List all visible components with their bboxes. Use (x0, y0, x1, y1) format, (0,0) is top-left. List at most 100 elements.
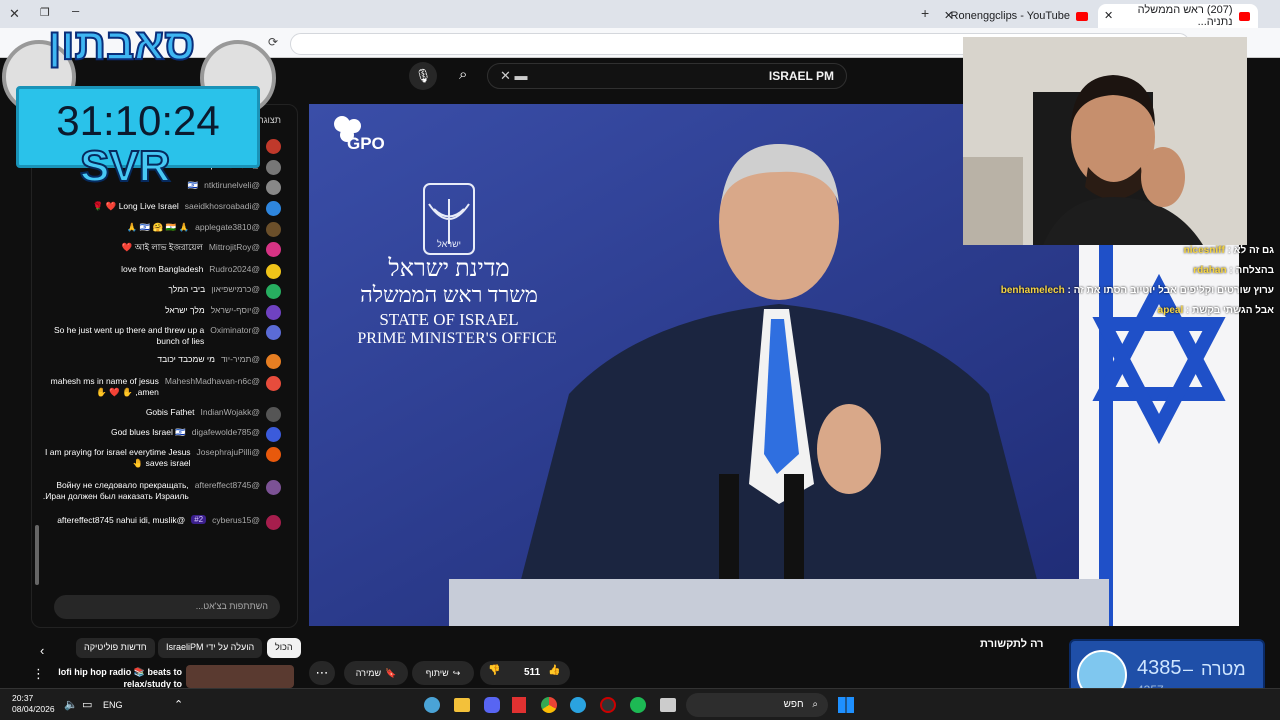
more-actions-icon[interactable]: ⋯ (309, 661, 335, 685)
start-icon[interactable] (838, 697, 854, 713)
chat-message: @applegate3810 🙏 🇮🇱 🤗 🇮🇳 🙏 (38, 222, 281, 237)
search-icon[interactable]: ⌕ (459, 66, 467, 83)
chat-avatar[interactable] (266, 447, 281, 462)
spotify-icon[interactable] (630, 697, 646, 713)
share-label: שיתוף (425, 668, 449, 678)
voice-search-icon[interactable]: 🎙 (409, 62, 437, 90)
tab-close-icon[interactable]: ✕ (1104, 9, 1113, 22)
related-video-title[interactable]: lofi hip hop radio 📚 beats to relax/stud… (56, 666, 182, 690)
chat-author[interactable]: @יוסף-ישראל (211, 305, 260, 315)
save-button[interactable]: 🔖 שמירה (344, 661, 408, 685)
telegram-icon[interactable] (570, 697, 586, 713)
window-icon[interactable] (660, 698, 676, 712)
related-menu-icon[interactable]: ⋮ (32, 666, 45, 682)
new-tab-icon[interactable]: + (921, 5, 929, 21)
chips-prev-icon[interactable]: ‹ (40, 643, 44, 658)
app-icon[interactable] (512, 697, 526, 713)
timer-value: 31:10:24 (56, 97, 220, 144)
minimize-window-icon[interactable]: – (72, 3, 79, 18)
chat-author[interactable]: @aftereffect8745 (195, 480, 260, 490)
language-indicator[interactable]: ENG (103, 700, 123, 710)
reload-icon[interactable]: ⟳ (268, 35, 278, 49)
chat-avatar[interactable] (266, 354, 281, 369)
stream-chat-separator: : (1183, 305, 1193, 316)
chat-avatar[interactable] (266, 284, 281, 299)
chip-all[interactable]: הכול (267, 638, 301, 658)
chat-avatar[interactable] (266, 407, 281, 422)
chat-scrollbar[interactable] (35, 525, 39, 585)
chat-author[interactable]: @Rudro2024 (209, 264, 260, 274)
chat-avatar[interactable] (266, 160, 281, 175)
network-icon[interactable]: ▭ (82, 698, 92, 711)
chat-avatar[interactable] (266, 242, 281, 257)
chat-avatar[interactable] (266, 376, 281, 391)
bookmark-icon: 🔖 (385, 667, 397, 678)
tab-ronenggclips[interactable]: Ronenggclips - YouTube ✕ (936, 4, 1096, 28)
chat-author[interactable]: @IndianWojakk (200, 407, 260, 417)
search-icon: ⌕ (812, 699, 818, 710)
chat-author[interactable]: @cyberus15 (212, 515, 260, 525)
folder-icon[interactable] (454, 698, 470, 712)
taskbar-search[interactable]: ⌕ חפש (686, 693, 828, 717)
chat-message: @digafewolde785 God blues Israel 🇮🇱 (38, 427, 281, 442)
search-input[interactable]: ✕ ▬ ISRAEL PM (487, 63, 847, 89)
chat-author[interactable]: @MaheshMadhavan-n6c (165, 376, 260, 386)
chat-message: @יוסף-ישראל מלך ישראל (38, 305, 281, 320)
chat-author[interactable]: @Oximinator (210, 325, 260, 335)
chat-avatar[interactable] (266, 201, 281, 216)
chip-uploaded-by[interactable]: הועלה על ידי IsraeliPM (158, 638, 263, 658)
chat-avatar[interactable] (266, 264, 281, 279)
chrome-icon[interactable] (541, 697, 557, 713)
chip-politics[interactable]: חדשות פוליטיקה (76, 638, 155, 658)
chat-avatar[interactable] (266, 515, 281, 530)
volume-icon[interactable]: 🔈 (64, 698, 78, 711)
chat-author[interactable]: @MittrojitRoy (209, 242, 260, 252)
chat-author[interactable]: @תמיר-יוד (221, 354, 260, 364)
restore-window-icon[interactable]: ❐ (40, 6, 50, 19)
steam-icon[interactable] (424, 697, 440, 713)
chat-avatar[interactable] (266, 305, 281, 320)
like-icon[interactable]: 👍 (548, 665, 560, 676)
chat-author[interactable]: @digafewolde785 (192, 427, 260, 437)
office-hebrew-1: מדינת ישראל (388, 256, 510, 282)
close-window-icon[interactable]: ✕ (9, 6, 20, 22)
dislike-icon[interactable]: 👎 (488, 665, 500, 676)
stream-chat-line: ערוץ שורטים וקליפים אבל יוטיוב הסתו את ז… (967, 285, 1274, 296)
tab-active-video[interactable]: (207) ראש הממשלה נתניה... ✕ (1098, 4, 1258, 28)
tray-chevron-icon[interactable]: ⌃ (174, 698, 183, 711)
tab-label: Ronenggclips - YouTube (950, 10, 1070, 22)
obs-icon[interactable] (600, 697, 616, 713)
stream-chat-overlay: גם זה לא : nicesniff בהצלחה : rdahan ערוץ … (963, 245, 1280, 325)
stream-chat-separator: : (1224, 245, 1234, 256)
office-english-2: PRIME MINISTER'S OFFICE (357, 330, 557, 347)
taskbar: 20:37 08/04/2026 ENG 🔈 ▭ ⌃ ⌕ חפש (0, 688, 1280, 720)
chat-author[interactable]: @applegate3810 (195, 222, 260, 232)
chat-avatar[interactable] (266, 180, 281, 195)
chat-header: תצוגה (258, 115, 281, 125)
chat-author[interactable]: @saeidkhosroabadi (185, 201, 260, 211)
tab-close-icon[interactable]: ✕ (944, 9, 953, 22)
chat-avatar[interactable] (266, 427, 281, 442)
chat-avatar[interactable] (266, 222, 281, 237)
chat-author[interactable]: @כרמישפיאון (211, 284, 260, 294)
clear-search-icon[interactable]: ✕ ▬ (500, 68, 528, 84)
chat-author[interactable]: @ntktirunelveli (204, 180, 260, 190)
like-count: 511 (524, 667, 541, 678)
office-hebrew-2: משרד ראש הממשלה (360, 282, 538, 307)
chat-text: mahesh ms in name of jesus amen, ✋ ❤️ ✋ (50, 376, 159, 397)
chat-message: @cyberus15 #2 @aftereffect8745 nahui idi, … (38, 515, 281, 530)
chat-message: @IndianWojakk Gobis Fathet (38, 407, 281, 422)
chat-message: @כרמישפיאון ביבי המלך (38, 284, 281, 299)
chat-author[interactable]: @JosephrajuPilli (197, 447, 260, 457)
emblem-caption: ישראל (437, 239, 461, 249)
share-button[interactable]: ↪ שיתוף (412, 661, 474, 685)
chat-avatar[interactable] (266, 480, 281, 495)
podium (449, 579, 1109, 626)
chat-avatar[interactable] (266, 325, 281, 340)
chat-input[interactable]: השתתפות בצ'אט... (54, 595, 280, 619)
chat-avatar[interactable] (266, 139, 281, 154)
description-snippet: רה לתקשורת (980, 638, 1044, 650)
related-thumbnail[interactable] (186, 665, 294, 688)
chat-text: Gobis Fathet (145, 407, 195, 417)
discord-icon[interactable] (484, 697, 500, 713)
